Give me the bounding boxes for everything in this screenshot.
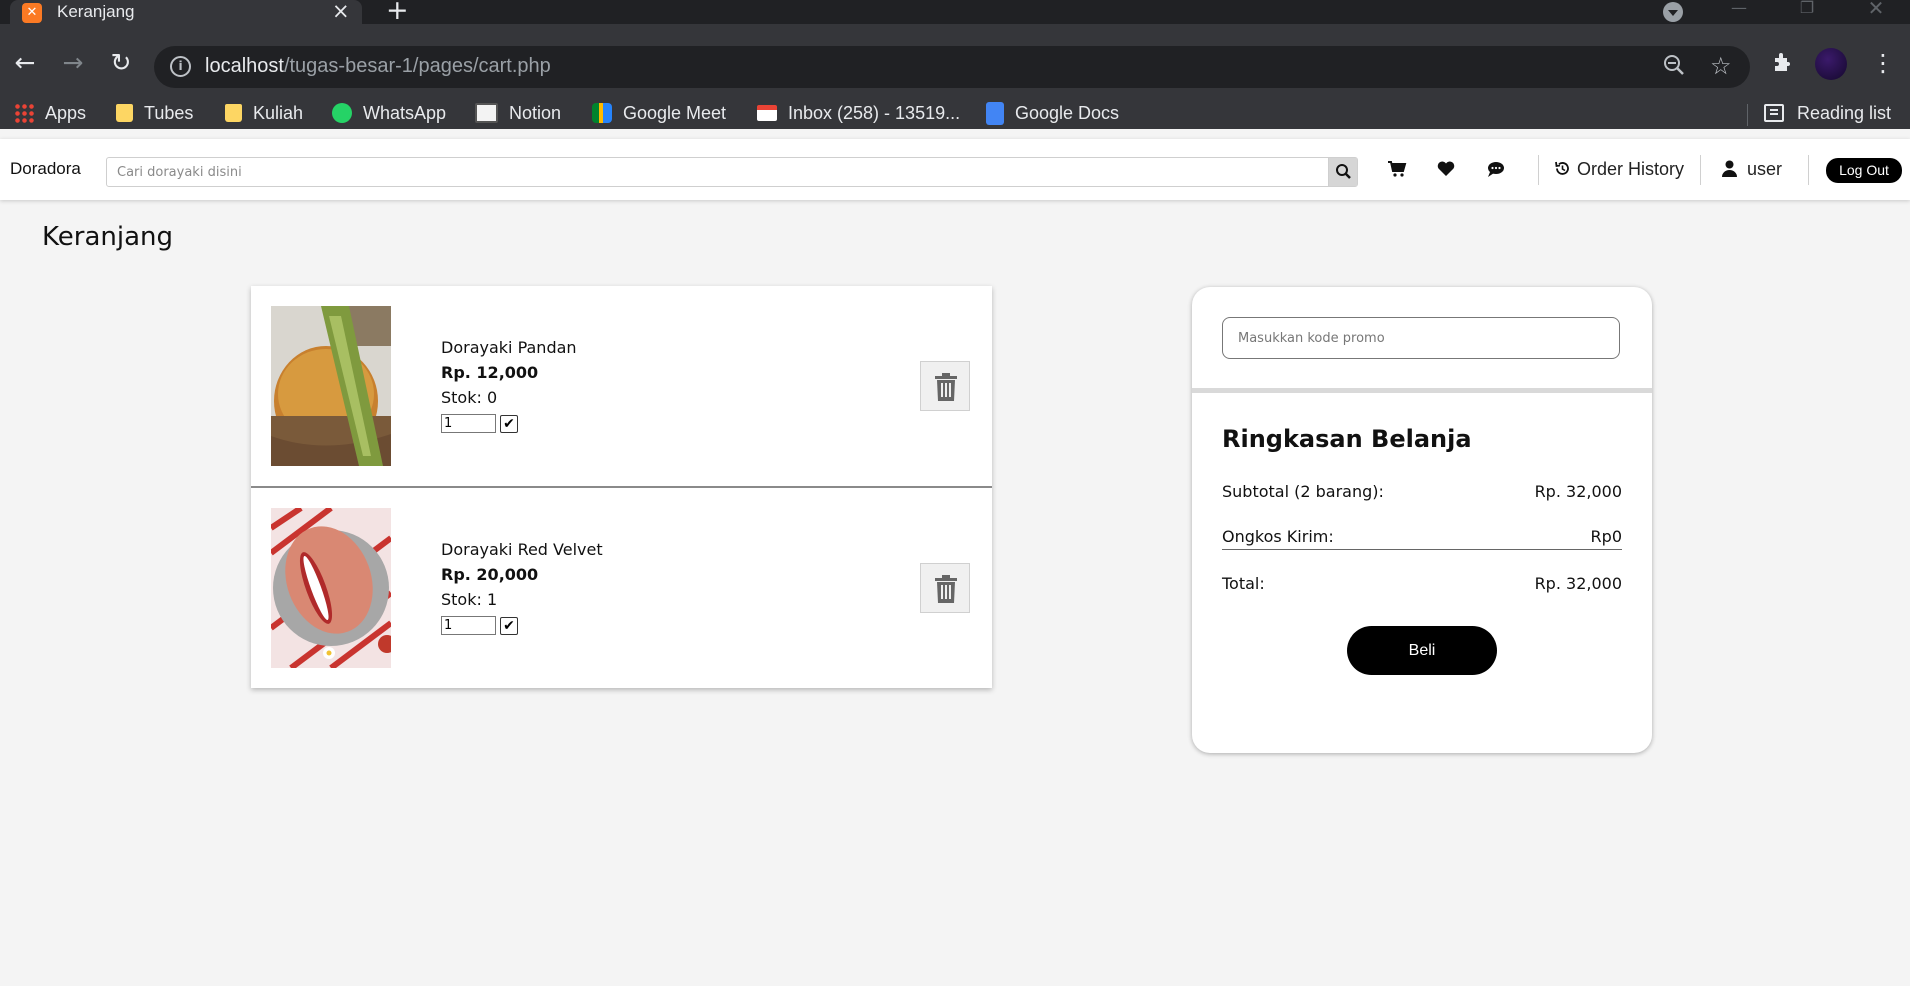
tab-close-icon[interactable]: × (332, 0, 350, 22)
subtotal-row: Subtotal (2 barang): Rp. 32,000 (1222, 482, 1622, 506)
product-name[interactable]: Dorayaki Pandan (441, 338, 577, 357)
minimize-icon[interactable]: — (1716, 0, 1762, 24)
back-icon[interactable]: ← (8, 46, 42, 80)
bookmark-kuliah[interactable]: Kuliah (225, 96, 303, 130)
trash-icon (935, 575, 957, 603)
product-name[interactable]: Dorayaki Red Velvet (441, 540, 603, 559)
product-price: Rp. 12,000 (441, 363, 539, 382)
subtotal-label: Subtotal (2 barang): (1222, 482, 1384, 501)
total-value: Rp. 32,000 (1534, 574, 1622, 593)
bookmark-google-docs[interactable]: Google Docs (986, 96, 1119, 130)
total-label: Total: (1222, 574, 1265, 593)
shipping-label: Ongkos Kirim: (1222, 527, 1334, 546)
tab-search-icon[interactable] (1663, 2, 1683, 22)
search-icon (1336, 164, 1351, 179)
reload-icon[interactable]: ↻ (104, 46, 138, 80)
address-bar[interactable]: i localhost/tugas-besar-1/pages/cart.php… (154, 46, 1750, 88)
notion-icon (475, 103, 498, 123)
extensions-icon[interactable] (1771, 50, 1795, 80)
shipping-value: Rp0 (1590, 527, 1622, 546)
bookmark-notion[interactable]: Notion (475, 96, 561, 130)
browser-menu-icon[interactable]: ⋮ (1871, 46, 1895, 80)
search-bar (106, 157, 1358, 187)
order-history-link[interactable]: Order History (1554, 159, 1684, 180)
product-stock: Stok: 0 (441, 388, 498, 407)
new-tab-icon[interactable]: + (386, 0, 409, 24)
site-header: Doradora Order History user Log Out (0, 139, 1910, 200)
bookmark-google-meet[interactable]: Google Meet (592, 96, 726, 130)
quantity-input[interactable] (441, 414, 496, 433)
google-meet-icon (592, 103, 612, 123)
cart-icon[interactable] (1386, 159, 1408, 181)
url-text[interactable]: localhost/tugas-besar-1/pages/cart.php (205, 55, 551, 78)
logout-button[interactable]: Log Out (1826, 158, 1902, 183)
site-info-icon[interactable]: i (170, 56, 191, 77)
bookmark-apps[interactable]: Apps (14, 96, 86, 130)
user-icon (1722, 160, 1737, 177)
product-stock: Stok: 1 (441, 590, 498, 609)
delete-item-button[interactable] (920, 361, 970, 411)
history-icon (1555, 161, 1569, 175)
browser-tab[interactable]: ✕ Keranjang × (10, 0, 362, 24)
whatsapp-icon (332, 103, 352, 123)
header-divider (1808, 155, 1809, 185)
page-title: Keranjang (42, 222, 173, 252)
summary-title: Ringkasan Belanja (1222, 425, 1472, 453)
shipping-row: Ongkos Kirim: Rp0 (1222, 527, 1622, 551)
cart-list: Dorayaki Pandan Rp. 12,000 Stok: 0 ✔ (251, 286, 992, 688)
heart-icon[interactable] (1435, 159, 1457, 181)
tab-title: Keranjang (57, 2, 135, 21)
xampp-favicon-icon: ✕ (22, 3, 42, 23)
cart-item: Dorayaki Pandan Rp. 12,000 Stok: 0 ✔ (251, 286, 992, 486)
user-menu[interactable]: user (1722, 159, 1782, 180)
product-image[interactable] (271, 508, 391, 668)
search-input[interactable] (117, 158, 1317, 186)
folder-icon (225, 104, 242, 122)
header-divider (1700, 155, 1701, 185)
profile-avatar[interactable] (1815, 48, 1847, 80)
cart-item: Dorayaki Red Velvet Rp. 20,000 Stok: 1 ✔ (251, 486, 992, 688)
chat-icon[interactable] (1485, 159, 1507, 181)
reading-list-icon (1764, 104, 1784, 122)
gmail-icon (757, 105, 777, 121)
bookmark-tubes[interactable]: Tubes (116, 96, 193, 130)
close-window-icon[interactable]: ✕ (1853, 0, 1899, 24)
search-button[interactable] (1328, 158, 1357, 186)
browser-toolbar: ← → ↻ i localhost/tugas-besar-1/pages/ca… (0, 24, 1910, 129)
trash-icon (935, 373, 957, 401)
google-docs-icon (986, 101, 1004, 125)
promo-code-input[interactable] (1222, 317, 1620, 359)
delete-item-button[interactable] (920, 563, 970, 613)
total-row: Total: Rp. 32,000 (1222, 574, 1622, 598)
forward-icon[interactable]: → (56, 46, 90, 80)
bookmarks-bar: Apps Tubes Kuliah WhatsApp Notion Google… (0, 96, 1910, 130)
quantity-input[interactable] (441, 616, 496, 635)
product-image[interactable] (271, 306, 391, 466)
bookmark-star-icon[interactable]: ☆ (1710, 52, 1732, 80)
buy-button[interactable]: Beli (1347, 626, 1497, 675)
bookmarks-divider (1747, 104, 1748, 126)
item-select-checkbox[interactable]: ✔ (500, 617, 518, 635)
restore-icon[interactable]: ❐ (1784, 0, 1830, 24)
zoom-icon[interactable] (1663, 54, 1685, 82)
brand-logo[interactable]: Doradora (10, 159, 81, 179)
reading-list-button[interactable]: Reading list (1764, 96, 1891, 130)
summary-divider (1192, 388, 1652, 393)
browser-tabstrip: ✕ Keranjang × + — ❐ ✕ (0, 0, 1910, 24)
bookmark-whatsapp[interactable]: WhatsApp (332, 96, 446, 130)
header-divider (1538, 155, 1539, 185)
order-summary-card: Ringkasan Belanja Subtotal (2 barang): R… (1192, 287, 1652, 753)
bookmark-gmail[interactable]: Inbox (258) - 13519... (757, 96, 960, 130)
apps-grid-icon (14, 103, 34, 123)
product-price: Rp. 20,000 (441, 565, 539, 584)
folder-icon (116, 104, 133, 122)
item-select-checkbox[interactable]: ✔ (500, 415, 518, 433)
subtotal-value: Rp. 32,000 (1534, 482, 1622, 501)
summary-rule (1222, 549, 1622, 550)
